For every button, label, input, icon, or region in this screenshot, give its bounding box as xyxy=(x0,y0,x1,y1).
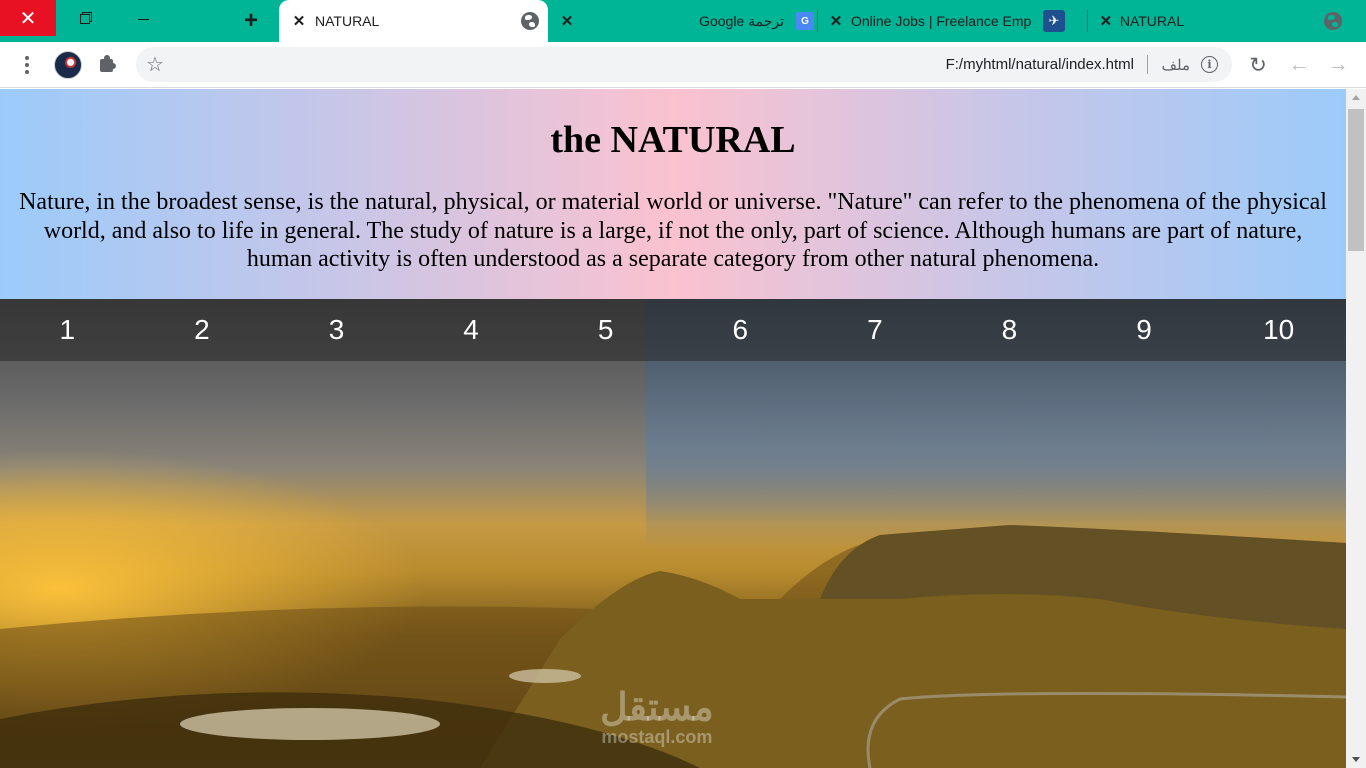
scroll-down-arrow-icon[interactable] xyxy=(1352,757,1360,762)
freelancer-bird-icon: ✈ xyxy=(1043,10,1065,32)
back-arrow-icon[interactable]: ← xyxy=(1286,52,1312,78)
tab-separator xyxy=(817,10,818,32)
google-translate-icon: G xyxy=(796,12,814,30)
new-tab-button[interactable]: + xyxy=(236,7,266,35)
tab-natural-active[interactable]: ✕ NATURAL xyxy=(279,0,548,42)
tab-close-icon[interactable]: ✕ xyxy=(1096,12,1116,30)
page-title: the NATURAL xyxy=(550,119,796,161)
bookmark-star-icon[interactable]: ☆ xyxy=(146,52,164,77)
window-close-button[interactable]: ✕ xyxy=(0,0,56,36)
globe-icon xyxy=(521,12,539,30)
landscape-photo: 1 2 3 4 5 6 7 8 9 10 مستقل mostaql.com xyxy=(0,299,1346,768)
tab-title: ترجمة Google xyxy=(699,12,784,29)
nav-item-5[interactable]: 5 xyxy=(538,299,673,361)
lake-small xyxy=(509,669,581,683)
omnibox-divider xyxy=(1147,55,1148,74)
tab-title: NATURAL xyxy=(315,13,380,29)
globe-icon xyxy=(1324,12,1342,30)
page-viewport: the NATURAL Nature, in the broadest sens… xyxy=(0,89,1346,768)
browser-toolbar: ☆ F:/myhtml/natural/index.html ملف i ↻ ←… xyxy=(0,42,1366,88)
restore-icon xyxy=(80,14,90,24)
nav-item-9[interactable]: 9 xyxy=(1077,299,1212,361)
scroll-up-arrow-icon[interactable] xyxy=(1352,95,1360,100)
number-nav: 1 2 3 4 5 6 7 8 9 10 xyxy=(0,299,1346,361)
tab-title: NATURAL xyxy=(1119,13,1185,29)
tab-strip: ✕ + ✕ NATURAL ✕ ترجمة Google G ✕ Online … xyxy=(0,0,1366,42)
mostaql-watermark: مستقل mostaql.com xyxy=(600,689,714,747)
watermark-domain: mostaql.com xyxy=(601,727,713,747)
tab-close-icon[interactable]: ✕ xyxy=(826,12,846,30)
nav-item-6[interactable]: 6 xyxy=(673,299,808,361)
window-minimize-button[interactable] xyxy=(126,8,160,30)
nav-item-2[interactable]: 2 xyxy=(135,299,270,361)
profile-avatar[interactable] xyxy=(54,51,82,79)
tab-natural[interactable]: ✕ NATURAL xyxy=(1092,0,1342,42)
vertical-scrollbar[interactable] xyxy=(1346,89,1366,768)
plus-icon: + xyxy=(243,7,258,34)
address-bar[interactable]: ☆ F:/myhtml/natural/index.html ملف i xyxy=(136,47,1232,82)
tab-separator xyxy=(1087,10,1088,32)
reload-icon[interactable]: ↻ xyxy=(1245,52,1271,78)
tab-online-jobs[interactable]: ✕ Online Jobs | Freelance Emp ✈ xyxy=(822,0,1084,42)
minimize-icon xyxy=(137,18,149,20)
extensions-puzzle-icon[interactable] xyxy=(98,55,116,73)
forward-arrow-icon[interactable]: → xyxy=(1325,52,1351,78)
window-restore-button[interactable] xyxy=(68,8,102,30)
close-icon: ✕ xyxy=(19,7,37,30)
nav-item-1[interactable]: 1 xyxy=(0,299,135,361)
lake-left xyxy=(180,708,440,740)
scheme-label: ملف xyxy=(1161,57,1190,74)
scrollbar-thumb[interactable] xyxy=(1348,109,1364,251)
watermark-logo: مستقل xyxy=(600,687,714,729)
nav-item-10[interactable]: 10 xyxy=(1211,299,1346,361)
tab-close-icon[interactable]: ✕ xyxy=(289,12,309,30)
tab-close-icon[interactable]: ✕ xyxy=(557,12,577,30)
tab-title: Online Jobs | Freelance Emp xyxy=(851,13,1032,29)
page-header: the NATURAL Nature, in the broadest sens… xyxy=(0,89,1346,299)
nav-item-3[interactable]: 3 xyxy=(269,299,404,361)
url-text[interactable]: F:/myhtml/natural/index.html xyxy=(946,56,1134,73)
nav-item-7[interactable]: 7 xyxy=(808,299,943,361)
nav-item-8[interactable]: 8 xyxy=(942,299,1077,361)
site-info-icon[interactable]: i xyxy=(1201,56,1218,73)
tab-google-translate[interactable]: ✕ ترجمة Google G xyxy=(552,0,814,42)
menu-kebab-icon[interactable] xyxy=(14,52,40,78)
nav-item-4[interactable]: 4 xyxy=(404,299,539,361)
intro-paragraph: Nature, in the broadest sense, is the na… xyxy=(19,189,1327,272)
